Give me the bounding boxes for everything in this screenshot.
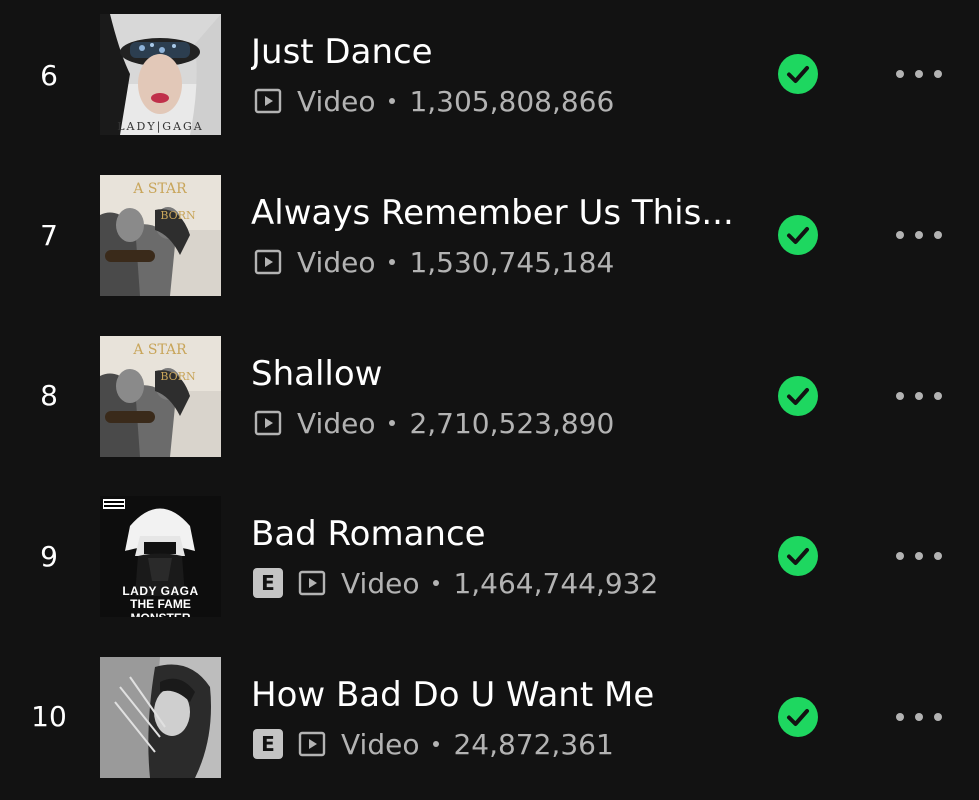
explicit-icon: E (253, 568, 283, 598)
track-row[interactable]: 8 A STAR BORN Shallow Video 2,710,523,89… (0, 322, 979, 482)
more-dot (934, 713, 942, 721)
track-rank: 8 (40, 379, 58, 412)
more-dot (896, 231, 904, 239)
explicit-icon: E (253, 729, 283, 759)
track-row[interactable]: 9 LADY GAGA THE FAME MONSTER Bad Romance… (0, 482, 979, 642)
more-dot (915, 70, 923, 78)
track-type-label: Video (341, 566, 420, 600)
more-dot (934, 552, 942, 560)
separator-dot (433, 580, 440, 586)
separator-dot (433, 741, 440, 747)
separator-dot (389, 98, 396, 104)
more-dot (915, 231, 923, 239)
track-play-count: 24,872,361 (453, 727, 614, 761)
album-cover-image: LADY|GAGA (100, 14, 221, 135)
more-options-button[interactable] (896, 59, 942, 89)
track-title: Bad Romance (251, 514, 486, 554)
more-dot (915, 713, 923, 721)
video-icon (253, 86, 283, 116)
track-type-label: Video (297, 84, 376, 118)
track-play-count: 1,530,745,184 (409, 245, 615, 279)
track-title: Shallow (251, 354, 383, 394)
track-meta: E Video 1,464,744,932 (253, 566, 658, 600)
more-options-button[interactable] (896, 381, 942, 411)
saved-check-button[interactable] (777, 696, 819, 738)
more-options-button[interactable] (896, 220, 942, 250)
more-dot (915, 552, 923, 560)
video-icon (297, 568, 327, 598)
svg-text:BORN: BORN (160, 370, 196, 383)
track-meta: Video 2,710,523,890 (253, 406, 614, 440)
more-options-button[interactable] (896, 541, 942, 571)
check-circle-icon (778, 536, 818, 576)
video-icon (253, 408, 283, 438)
track-meta: Video 1,530,745,184 (253, 245, 614, 279)
track-list: 6 LADY|GAGA Just Dance Video 1,305,808,8… (0, 0, 979, 800)
cover-text-artist: LADY GAGA (122, 584, 199, 598)
separator-dot (389, 420, 396, 426)
track-rank: 7 (40, 219, 58, 252)
video-icon (297, 729, 327, 759)
track-title: Always Remember Us This... (251, 193, 731, 233)
track-type-label: Video (297, 406, 376, 440)
album-cover-image: LADY GAGA THE FAME MONSTER (100, 496, 221, 617)
cover-text-album: THE FAME MONSTER (130, 597, 191, 617)
more-dot (896, 392, 904, 400)
more-dot (915, 392, 923, 400)
track-rank: 6 (40, 59, 58, 92)
track-row[interactable]: 7 A STAR BORN Always Remember Us This...… (0, 161, 979, 321)
track-meta: Video 1,305,808,866 (253, 84, 614, 118)
track-rank: 9 (40, 540, 58, 573)
track-row[interactable]: 10 How Bad Do U Want Me E Video 24,872,3… (0, 643, 979, 800)
svg-text:A STAR: A STAR (132, 181, 187, 197)
svg-text:A STAR: A STAR (132, 342, 187, 358)
video-icon (253, 247, 283, 277)
saved-check-button[interactable] (777, 375, 819, 417)
track-title: Just Dance (251, 32, 433, 72)
track-play-count: 2,710,523,890 (409, 406, 615, 440)
album-cover-image (100, 657, 221, 778)
separator-dot (389, 259, 396, 265)
track-rank: 10 (31, 700, 67, 733)
track-type-label: Video (341, 727, 420, 761)
more-dot (896, 552, 904, 560)
check-circle-icon (778, 54, 818, 94)
track-title: How Bad Do U Want Me (251, 675, 655, 715)
saved-check-button[interactable] (777, 535, 819, 577)
track-meta: E Video 24,872,361 (253, 727, 614, 761)
album-cover-image: A STAR BORN (100, 175, 221, 296)
svg-text:BORN: BORN (160, 209, 196, 222)
track-type-label: Video (297, 245, 376, 279)
track-play-count: 1,464,744,932 (453, 566, 659, 600)
check-circle-icon (778, 215, 818, 255)
saved-check-button[interactable] (777, 214, 819, 256)
track-row[interactable]: 6 LADY|GAGA Just Dance Video 1,305,808,8… (0, 0, 979, 160)
check-circle-icon (778, 697, 818, 737)
track-play-count: 1,305,808,866 (409, 84, 615, 118)
album-cover-image: A STAR BORN (100, 336, 221, 457)
more-dot (934, 70, 942, 78)
more-dot (896, 713, 904, 721)
saved-check-button[interactable] (777, 53, 819, 95)
more-dot (934, 392, 942, 400)
more-options-button[interactable] (896, 702, 942, 732)
more-dot (934, 231, 942, 239)
more-dot (896, 70, 904, 78)
cover-text: LADY|GAGA (117, 120, 204, 133)
check-circle-icon (778, 376, 818, 416)
